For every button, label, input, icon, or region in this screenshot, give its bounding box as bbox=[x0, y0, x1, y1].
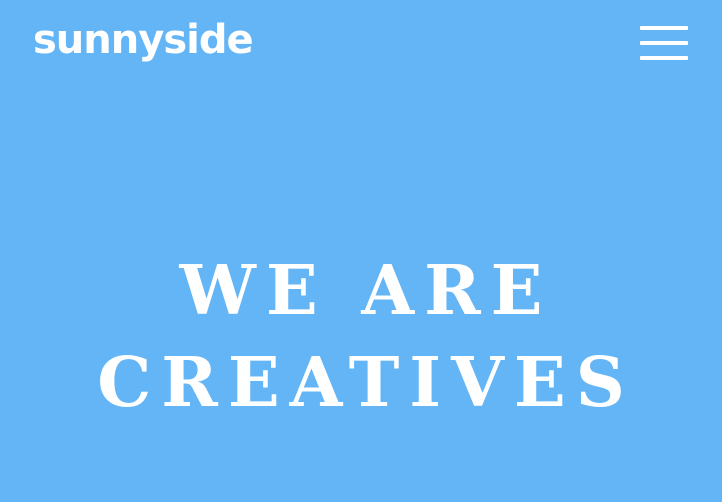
sunnyside-logo[interactable]: sunnyside bbox=[33, 12, 254, 68]
site-header: sunnyside bbox=[0, 0, 722, 90]
hero-heading-line-2: CREATIVES bbox=[97, 343, 635, 423]
hero-heading-line-1: WE ARE bbox=[179, 251, 553, 331]
hero-section: WE ARE CREATIVES bbox=[0, 245, 722, 429]
menu-bar-bottom bbox=[640, 56, 688, 60]
landing-page: sunnyside WE ARE CREATIVES bbox=[0, 0, 722, 502]
menu-bar-middle bbox=[640, 41, 688, 45]
hamburger-menu-icon bbox=[640, 26, 688, 64]
menu-bar-top bbox=[640, 26, 688, 30]
menu-button[interactable] bbox=[630, 16, 696, 72]
